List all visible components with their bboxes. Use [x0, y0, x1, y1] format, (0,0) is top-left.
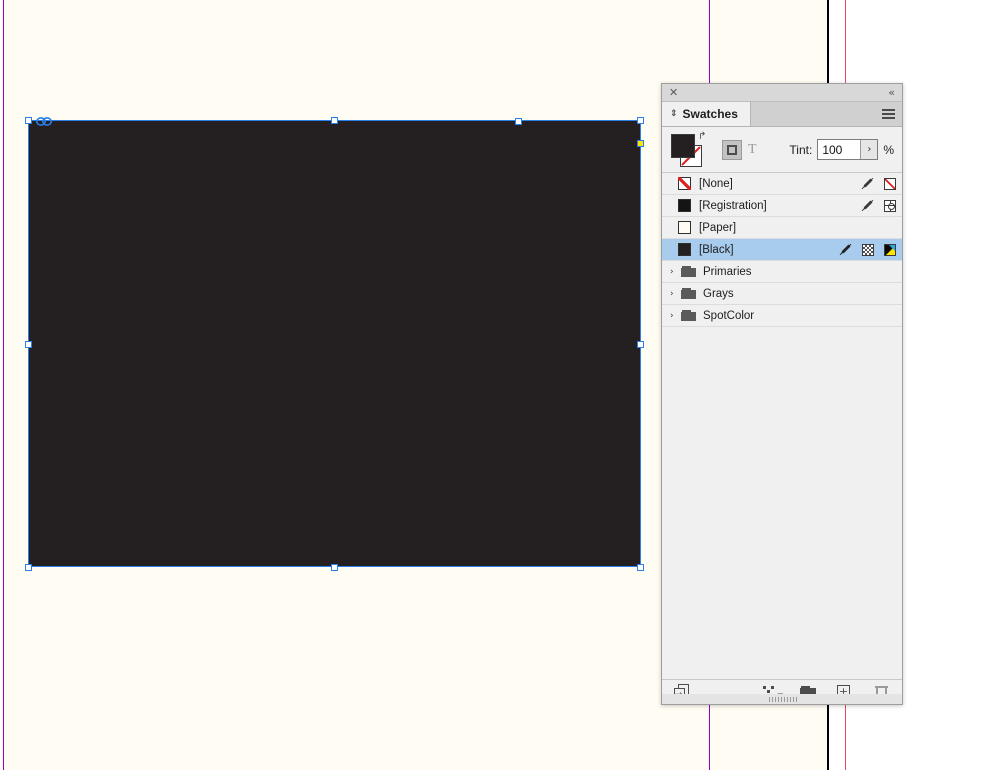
- cmyk-mode-icon: [884, 243, 896, 256]
- swatch-row-none[interactable]: [None]: [662, 173, 902, 195]
- panel-tab-bar[interactable]: ⇕ Swatches: [662, 102, 902, 127]
- swatch-label: [None]: [699, 177, 733, 190]
- tint-input[interactable]: 100: [818, 140, 860, 159]
- swatch-row-paper[interactable]: [Paper]: [662, 217, 902, 239]
- folder-icon: [681, 266, 696, 277]
- selection-handle-top-right[interactable]: [637, 117, 644, 124]
- none-mode-icon: [884, 177, 896, 190]
- tab-swatches[interactable]: ⇕ Swatches: [662, 102, 751, 126]
- selection-handle-top-center[interactable]: [331, 117, 338, 124]
- swap-fill-stroke-icon[interactable]: ↱: [698, 131, 706, 142]
- swatch-label: [Registration]: [699, 199, 767, 212]
- registration-mode-icon: [884, 199, 896, 212]
- formatting-affects-text-icon[interactable]: T: [748, 142, 757, 158]
- tint-unit-label: %: [883, 142, 894, 157]
- swatches-panel: ✕ « ⇕ Swatches ↱ T Tint: 100 › % [None] …: [661, 83, 903, 705]
- selection-handle-middle-left[interactable]: [25, 341, 32, 348]
- chevron-right-icon[interactable]: ›: [670, 311, 680, 321]
- selection-handle-bottom-right[interactable]: [637, 564, 644, 571]
- rectangle-frame[interactable]: [28, 120, 641, 567]
- panel-titlebar[interactable]: ✕ «: [662, 84, 902, 102]
- swatch-label: [Paper]: [699, 221, 737, 234]
- content-grabber-icon[interactable]: [36, 116, 52, 127]
- panel-resize-grip[interactable]: [769, 697, 797, 702]
- panel-controls-row: ↱ T Tint: 100 › %: [662, 127, 902, 173]
- eyedropper-crossed-icon[interactable]: [860, 177, 874, 191]
- close-icon[interactable]: ✕: [669, 87, 678, 98]
- fill-stroke-control[interactable]: ↱: [670, 131, 710, 168]
- swatch-group-primaries[interactable]: › Primaries: [662, 261, 902, 283]
- selection-handle-middle-right[interactable]: [637, 341, 644, 348]
- tint-checker-icon: [862, 243, 874, 256]
- tab-swatches-label: Swatches: [682, 107, 738, 121]
- swatch-chip-paper-icon: [678, 221, 691, 234]
- selection-handle-top-right-mid[interactable]: [515, 118, 522, 125]
- swatch-row-registration[interactable]: [Registration]: [662, 195, 902, 217]
- swatch-group-label: Grays: [703, 287, 734, 300]
- tint-stepper-button[interactable]: ›: [860, 140, 878, 159]
- swatch-chip-black-icon: [678, 243, 691, 256]
- swatch-row-icons: [860, 199, 896, 213]
- tint-field[interactable]: 100 ›: [817, 139, 879, 160]
- swatch-chip-registration-icon: [678, 199, 691, 212]
- swatch-row-icons: [838, 243, 896, 257]
- eyedropper-crossed-icon[interactable]: [838, 243, 852, 257]
- indesign-workspace: ✕ « ⇕ Swatches ↱ T Tint: 100 › % [None] …: [0, 0, 992, 770]
- folder-icon: [681, 288, 696, 299]
- fill-swatch[interactable]: [671, 133, 695, 158]
- tab-filler: [751, 102, 874, 126]
- corner-radius-handle[interactable]: [637, 140, 644, 147]
- swatch-row-icons: [860, 177, 896, 191]
- registration-dot: [887, 203, 895, 210]
- swatch-row-black[interactable]: [Black]: [662, 239, 902, 261]
- tint-control-group: Tint: 100 › %: [789, 139, 894, 160]
- swatch-list[interactable]: [None] [Registration] [Paper] [Black] › …: [662, 173, 902, 679]
- margin-guide-left: [3, 0, 4, 770]
- container-icon: [727, 144, 737, 155]
- selection-handle-bottom-left[interactable]: [25, 564, 32, 571]
- tab-grip-icon: ⇕: [670, 109, 678, 119]
- swatch-label: [Black]: [699, 243, 734, 256]
- folder-icon: [681, 310, 696, 321]
- apply-target-group: T: [722, 139, 757, 160]
- panel-menu-button[interactable]: [874, 102, 902, 126]
- eyedropper-crossed-icon[interactable]: [860, 199, 874, 213]
- collapse-panel-icon[interactable]: «: [888, 87, 895, 98]
- swatch-group-label: Primaries: [703, 265, 752, 278]
- formatting-affects-container-button[interactable]: [722, 139, 742, 160]
- chevron-right-icon[interactable]: ›: [670, 289, 680, 299]
- tint-label: Tint:: [789, 142, 813, 157]
- swatch-chip-none-icon: [678, 177, 691, 190]
- hamburger-icon: [881, 107, 895, 121]
- swatch-group-spotcolor[interactable]: › SpotColor: [662, 305, 902, 327]
- selection-handle-top-left[interactable]: [25, 117, 32, 124]
- selection-handle-bottom-center[interactable]: [331, 564, 338, 571]
- swatch-group-label: SpotColor: [703, 309, 755, 322]
- swatch-group-grays[interactable]: › Grays: [662, 283, 902, 305]
- chevron-right-icon[interactable]: ›: [670, 267, 680, 277]
